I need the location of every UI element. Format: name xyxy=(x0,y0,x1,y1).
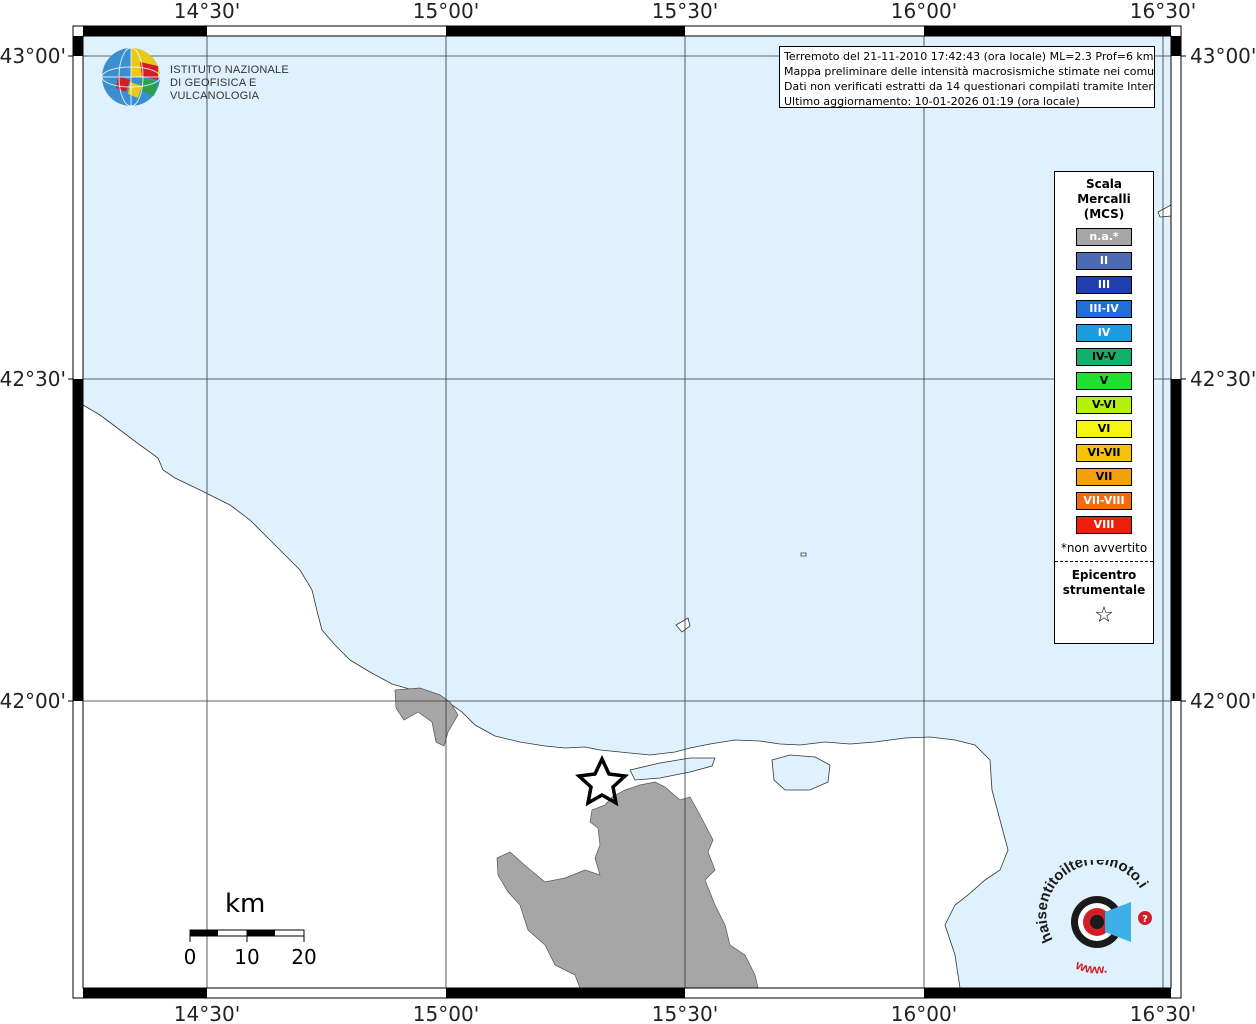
legend-item-9: VI-VII xyxy=(1076,444,1132,462)
event-info-box: Terremoto del 21-11-2010 17:42:43 (ora l… xyxy=(779,46,1155,108)
legend-item-12: VIII xyxy=(1076,516,1132,534)
event-line-4: Ultimo aggiornamento: 10-01-2026 01:19 (… xyxy=(784,95,1080,108)
legend-separator xyxy=(1055,561,1153,562)
event-line-3: Dati non verificati estratti da 14 quest… xyxy=(784,80,1155,93)
legend-epicentre: Epicentro strumentale xyxy=(1055,568,1153,598)
top-label-4: 16°00' xyxy=(891,0,957,23)
top-label-5: 16°30' xyxy=(1130,0,1196,23)
legend-item-1: II xyxy=(1076,252,1132,270)
event-line-1: Terremoto del 21-11-2010 17:42:43 (ora l… xyxy=(784,50,1154,63)
haisentito-logo: ? haisentitoilterremoto.it www. xyxy=(1035,860,1152,977)
bottom-label-3: 15°30' xyxy=(652,1002,718,1024)
lagoon-varano xyxy=(771,754,831,791)
legend-item-11: VII-VIII xyxy=(1076,492,1132,510)
legend-title-line-3: (MCS) xyxy=(1083,207,1125,221)
legend-items: n.a.* II III III-IV IV IV-V V V-VI VI VI-VII VII VI… xyxy=(1055,228,1153,534)
legend-epicentre-line-1: Epicentro xyxy=(1071,568,1137,582)
island-pianosa xyxy=(800,552,807,557)
legend-item-0: n.a.* xyxy=(1076,228,1132,246)
bottom-label-1: 14°30' xyxy=(174,1002,240,1024)
legend-title-line-2: Mercalli xyxy=(1077,192,1131,206)
right-label-2: 42°30' xyxy=(1190,367,1256,391)
logo-line-2: DI GEOFISICA E VULCANOLOGIA xyxy=(170,77,260,102)
legend-item-3: III-IV xyxy=(1076,300,1132,318)
scalebar-tick-0: 0 xyxy=(184,945,197,969)
legend-item-6: V xyxy=(1076,372,1132,390)
scalebar-tick-10: 10 xyxy=(234,945,259,969)
legend-title-line-1: Scala xyxy=(1085,177,1123,191)
mcs-legend: Scala Mercalli (MCS) n.a.* II III III-IV IV I… xyxy=(1054,171,1154,644)
bottom-label-4: 16°00' xyxy=(891,1002,957,1024)
top-label-1: 14°30' xyxy=(174,0,240,23)
top-label-3: 15°30' xyxy=(652,0,718,23)
legend-title: Scala Mercalli (MCS) xyxy=(1055,177,1153,222)
right-label-3: 42°00' xyxy=(1190,689,1256,713)
legend-epicentre-line-2: strumentale xyxy=(1062,583,1146,597)
bottom-label-5: 16°30' xyxy=(1130,1002,1196,1024)
top-label-2: 15°00' xyxy=(413,0,479,23)
right-label-1: 43°00' xyxy=(1190,44,1256,68)
svg-text:www.: www. xyxy=(1073,957,1108,977)
bottom-label-2: 15°00' xyxy=(413,1002,479,1024)
scalebar-tick-20: 20 xyxy=(291,945,316,969)
legend-item-10: VII xyxy=(1076,468,1132,486)
legend-item-5: IV-V xyxy=(1076,348,1132,366)
scalebar-unit: km xyxy=(225,889,266,919)
ingv-logo: ISTITUTO NAZIONALE DI GEOFISICA E VULCAN… xyxy=(100,46,320,110)
legend-item-8: VI xyxy=(1076,420,1132,438)
left-label-1: 43°00' xyxy=(0,44,66,68)
legend-item-4: IV xyxy=(1076,324,1132,342)
left-label-2: 42°30' xyxy=(0,367,66,391)
hsit-question: ? xyxy=(1142,914,1148,925)
legend-item-7: V-VI xyxy=(1076,396,1132,414)
legend-item-2: III xyxy=(1076,276,1132,294)
legend-note: *non avvertito xyxy=(1060,541,1148,555)
left-label-3: 42°00' xyxy=(0,689,66,713)
event-line-2: Mappa preliminare delle intensità macros… xyxy=(784,65,1155,78)
logo-line-1: ISTITUTO NAZIONALE xyxy=(170,64,289,76)
hsit-www: www. xyxy=(1073,957,1108,977)
star-icon: ☆ xyxy=(1094,603,1114,628)
globe-icon xyxy=(101,47,161,107)
